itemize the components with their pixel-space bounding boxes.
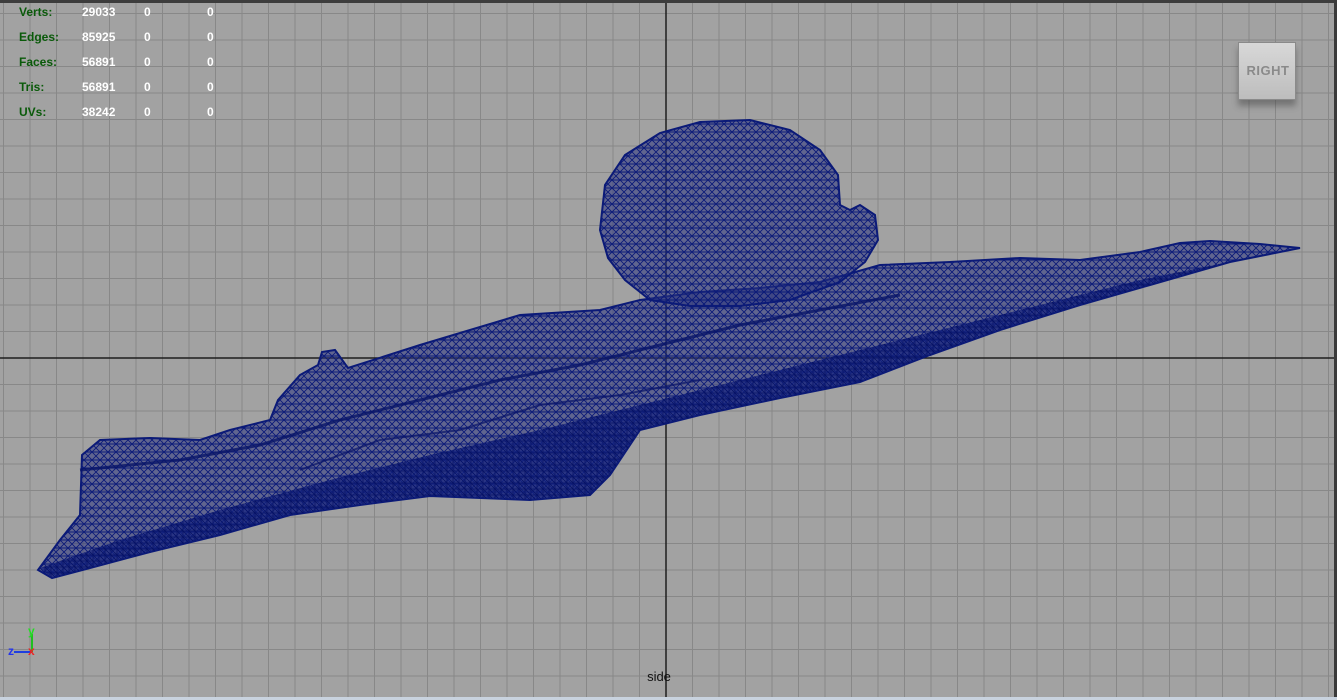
viewport-grid <box>0 0 1337 700</box>
axis-gizmo: y z x <box>8 624 48 664</box>
hud-value-extra: 0 <box>207 80 214 94</box>
hud-value-selected: 0 <box>144 30 151 44</box>
hud-value-selected: 0 <box>144 55 151 69</box>
hud-value-total: 38242 <box>82 105 116 119</box>
axis-x-label: x <box>28 644 35 658</box>
hud-value-extra: 0 <box>207 5 214 19</box>
hud-value-selected: 0 <box>144 5 151 19</box>
camera-name-label: side <box>647 669 671 684</box>
view-cube-label: RIGHT <box>1246 63 1290 78</box>
hud-label: Verts: <box>19 5 53 19</box>
hud-label: Faces: <box>19 55 58 69</box>
hud-value-selected: 0 <box>144 80 151 94</box>
modeling-viewport[interactable]: Verts: 29033 0 0 Edges: 85925 0 0 Faces: 56891 0 0 T… <box>0 0 1337 700</box>
hud-value-total: 29033 <box>82 5 116 19</box>
view-cube[interactable]: RIGHT <box>1238 42 1296 100</box>
hud-label: Tris: <box>19 80 45 94</box>
hud-value-extra: 0 <box>207 55 214 69</box>
hud-value-extra: 0 <box>207 30 214 44</box>
hud-value-total: 56891 <box>82 55 116 69</box>
hud-label: UVs: <box>19 105 47 119</box>
axis-y-label: y <box>28 624 35 638</box>
hud-value-extra: 0 <box>207 105 214 119</box>
axis-z-label: z <box>8 644 14 658</box>
hud-value-selected: 0 <box>144 105 151 119</box>
wireframe-mesh[interactable] <box>36 118 1301 580</box>
hud-value-total: 56891 <box>82 80 116 94</box>
mesh-head[interactable] <box>598 118 880 307</box>
hud-value-total: 85925 <box>82 30 116 44</box>
viewport-top-border <box>0 0 1337 3</box>
hud-label: Edges: <box>19 30 60 44</box>
